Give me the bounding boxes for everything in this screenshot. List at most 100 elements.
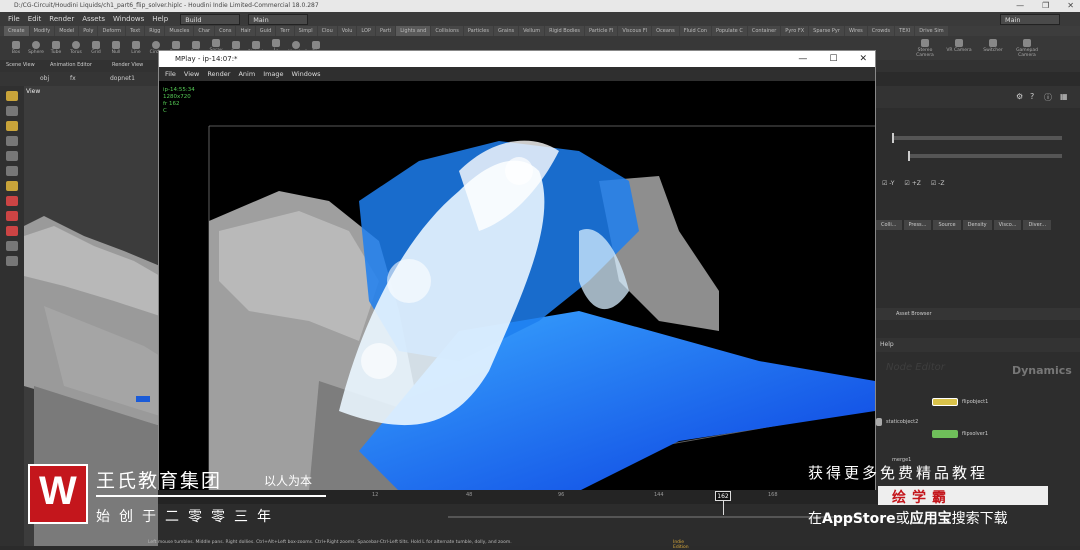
shelf-tab[interactable]: Particles [463, 26, 493, 36]
param-slider-2[interactable] [908, 151, 1062, 161]
tab-density[interactable]: Density [962, 220, 992, 230]
maximize-button[interactable]: ❐ [1042, 0, 1049, 12]
shelf-tab[interactable]: Pyro FX [781, 26, 809, 36]
shelf-tab[interactable]: Oceans [652, 26, 679, 36]
tab-divergence[interactable]: Diver... [1023, 220, 1052, 230]
mplay-menu-windows[interactable]: Windows [292, 70, 321, 78]
tab-viscosity[interactable]: Visco... [993, 220, 1022, 230]
mplay-close-button[interactable]: ✕ [859, 51, 867, 67]
right-main-dropdown[interactable]: Main [1000, 13, 1060, 25]
node-staticobject2[interactable] [876, 418, 882, 426]
shelf-tab[interactable]: Hair [236, 26, 255, 36]
shading-icon[interactable] [6, 256, 18, 266]
shelf-tab[interactable]: Poly [79, 26, 98, 36]
shelf-tab[interactable]: Particle Fl [585, 26, 618, 36]
snap-icon[interactable] [6, 181, 18, 191]
tool-grid[interactable]: Grid [88, 41, 104, 55]
close-button[interactable]: ✕ [1067, 0, 1074, 12]
shelf-tab[interactable]: Deform [98, 26, 126, 36]
shelf-tab[interactable]: Text [126, 26, 145, 36]
shelf-tab[interactable]: Wires [844, 26, 867, 36]
path-obj[interactable]: obj [40, 75, 49, 82]
main-desktop-dropdown[interactable]: Main [248, 13, 309, 25]
mplay-image-canvas[interactable] [159, 81, 875, 491]
tool-line[interactable]: Line [128, 41, 144, 55]
shelf-tab[interactable]: Drive Sim [915, 26, 948, 36]
shelf-tab[interactable]: Create [4, 26, 29, 36]
tab-animation-editor[interactable]: Animation Editor [50, 62, 92, 68]
tool-box[interactable]: Box [8, 41, 24, 55]
tab-render-view[interactable]: Render View [112, 62, 143, 68]
shelf-tab[interactable]: Simpl [294, 26, 317, 36]
shelf-tab[interactable]: Terr [276, 26, 294, 36]
camera-tool-icon[interactable] [6, 166, 18, 176]
display-icon[interactable] [6, 241, 18, 251]
menu-assets[interactable]: Assets [82, 15, 105, 23]
shelf-tab[interactable]: Rigid Bodies [545, 26, 585, 36]
mplay-menu-file[interactable]: File [165, 70, 176, 78]
tab-collisions[interactable]: Colli... [876, 220, 902, 230]
tool-gamepad-camera[interactable]: Gamepad Camera [1014, 38, 1040, 58]
handle-tool-icon[interactable] [6, 121, 18, 131]
range-slider[interactable] [448, 516, 868, 518]
shelf-tab[interactable]: Clou [317, 26, 337, 36]
shelf-tab[interactable]: Guid [255, 26, 276, 36]
current-frame-indicator[interactable]: 162 [715, 491, 731, 501]
shelf-tab[interactable]: Populate C [712, 26, 747, 36]
shelf-tab[interactable]: TEXI [895, 26, 915, 36]
mplay-minimize-button[interactable]: — [798, 51, 807, 67]
mplay-menu-anim[interactable]: Anim [238, 70, 255, 78]
tab-source[interactable]: Source [933, 220, 961, 230]
shelf-tab[interactable]: Sparse Pyr [809, 26, 844, 36]
tool-stereo-camera[interactable]: Stereo Camera [912, 38, 938, 58]
node-flipsolver1[interactable] [932, 430, 958, 438]
shelf-tab[interactable]: Rigg [145, 26, 165, 36]
shelf-tab[interactable]: Fluid Con [679, 26, 712, 36]
shelf-tab[interactable]: Crowds [867, 26, 895, 36]
shelf-tab[interactable]: Collisions [431, 26, 463, 36]
tool-tube[interactable]: Tube [48, 41, 64, 55]
menu-network-help[interactable]: Help [880, 341, 894, 348]
check-neg-y[interactable]: ☑ -Y [882, 180, 894, 187]
shelf-tab[interactable]: Lights and [396, 26, 431, 36]
shelf-tab[interactable]: Modify [29, 26, 55, 36]
menu-file[interactable]: File [8, 15, 20, 23]
check-pos-z[interactable]: ☑ +Z [904, 180, 920, 187]
mplay-menu-view[interactable]: View [184, 70, 199, 78]
path-fx[interactable]: fx [70, 75, 76, 82]
menu-render[interactable]: Render [49, 15, 74, 23]
menu-windows[interactable]: Windows [113, 15, 144, 23]
menu-edit[interactable]: Edit [28, 15, 42, 23]
tab-asset-browser[interactable]: Asset Browser [896, 311, 932, 317]
shelf-tab[interactable]: Container [747, 26, 781, 36]
shelf-tab[interactable]: Volu [337, 26, 357, 36]
help-icon[interactable]: ? [1030, 92, 1034, 101]
expand-icon[interactable]: ▦ [1060, 92, 1068, 101]
tool-null[interactable]: Null [108, 41, 124, 55]
menu-help[interactable]: Help [152, 15, 168, 23]
playhead[interactable] [723, 501, 724, 515]
tool-sphere[interactable]: Sphere [28, 41, 44, 55]
mplay-menu-render[interactable]: Render [207, 70, 230, 78]
path-dopnet1[interactable]: dopnet1 [110, 75, 135, 82]
tool-switcher[interactable]: Switcher [980, 38, 1006, 58]
param-slider-1[interactable] [892, 133, 1062, 143]
build-desktop-dropdown[interactable]: Build [180, 13, 241, 25]
shelf-tab[interactable]: Char [194, 26, 215, 36]
check-neg-z[interactable]: ☑ -Z [931, 180, 945, 187]
mplay-menu-image[interactable]: Image [263, 70, 283, 78]
shelf-tab[interactable]: Cons [215, 26, 236, 36]
shelf-tab[interactable]: Viscous Fl [618, 26, 652, 36]
shelf-tab[interactable]: Grains [493, 26, 519, 36]
minimize-button[interactable]: — [1016, 0, 1024, 12]
tab-pressure[interactable]: Press... [903, 220, 932, 230]
pose-tool-icon[interactable] [6, 136, 18, 146]
tab-scene-view[interactable]: Scene View [6, 62, 35, 68]
gear-icon[interactable]: ⚙ [1016, 92, 1023, 101]
tool-vr-camera[interactable]: VR Camera [946, 38, 972, 58]
shelf-tab[interactable]: Parti [375, 26, 396, 36]
shelf-tab[interactable]: Muscles [165, 26, 194, 36]
snap-point-icon[interactable] [6, 226, 18, 236]
tool-torus[interactable]: Torus [68, 41, 84, 55]
mplay-maximize-button[interactable]: ☐ [829, 51, 837, 67]
